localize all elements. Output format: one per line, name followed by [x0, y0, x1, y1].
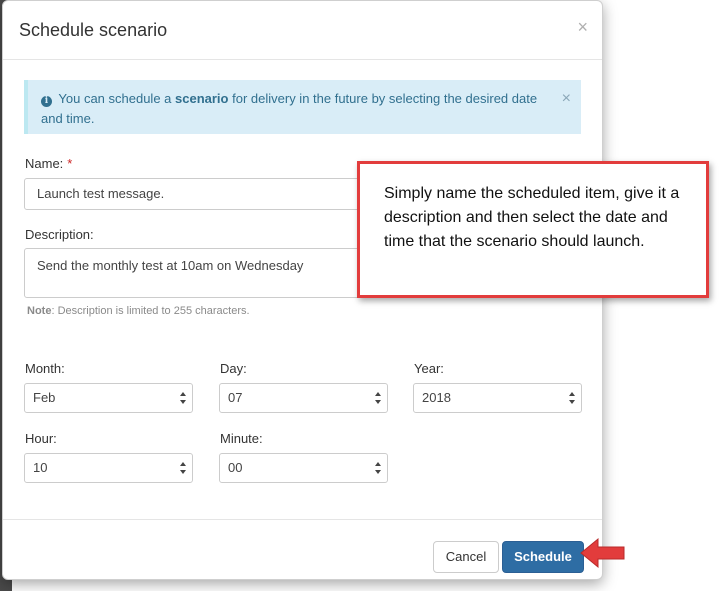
alert-text-bold: scenario: [175, 91, 229, 106]
hour-select-value: 10: [33, 460, 48, 475]
name-label: Name: *: [25, 156, 72, 171]
modal-header: Schedule scenario ×: [3, 1, 602, 60]
info-alert: i You can schedule a scenario for delive…: [24, 80, 581, 134]
schedule-button[interactable]: Schedule: [502, 541, 584, 573]
day-label: Day:: [220, 361, 247, 376]
month-select[interactable]: Feb: [24, 383, 193, 413]
minute-label: Minute:: [220, 431, 263, 446]
modal-close-icon[interactable]: ×: [577, 17, 588, 37]
cancel-button[interactable]: Cancel: [433, 541, 499, 573]
year-label: Year:: [414, 361, 444, 376]
red-arrow-icon: [580, 537, 625, 569]
description-textarea[interactable]: Send the monthly test at 10am on Wednesd…: [24, 248, 364, 298]
modal-title: Schedule scenario: [19, 20, 168, 40]
alert-text-before: You can schedule a: [58, 91, 176, 106]
alert-close-icon[interactable]: ×: [562, 89, 571, 109]
minute-select[interactable]: 00: [219, 453, 388, 483]
minute-select-value: 00: [228, 460, 243, 475]
select-arrows-icon: [375, 462, 381, 474]
instruction-callout: Simply name the scheduled item, give it …: [357, 161, 709, 298]
month-label: Month:: [25, 361, 65, 376]
name-input[interactable]: Launch test message.: [24, 178, 364, 210]
name-label-text: Name:: [25, 156, 64, 171]
day-select[interactable]: 07: [219, 383, 388, 413]
info-circle-icon: i: [41, 96, 52, 107]
description-label: Description:: [25, 227, 94, 242]
year-select-value: 2018: [422, 390, 451, 405]
select-arrows-icon: [375, 392, 381, 404]
month-select-value: Feb: [33, 390, 56, 405]
day-select-value: 07: [228, 390, 243, 405]
note-text: : Description is limited to 255 characte…: [51, 305, 250, 317]
modal-footer: Cancel Schedule: [3, 519, 602, 579]
hour-label: Hour:: [25, 431, 57, 446]
description-note: Note: Description is limited to 255 char…: [27, 305, 250, 317]
select-arrows-icon: [180, 462, 186, 474]
note-bold: Note: [27, 305, 52, 317]
select-arrows-icon: [180, 392, 186, 404]
hour-select[interactable]: 10: [24, 453, 193, 483]
required-marker: *: [67, 156, 73, 171]
select-arrows-icon: [569, 392, 575, 404]
year-select[interactable]: 2018: [413, 383, 582, 413]
